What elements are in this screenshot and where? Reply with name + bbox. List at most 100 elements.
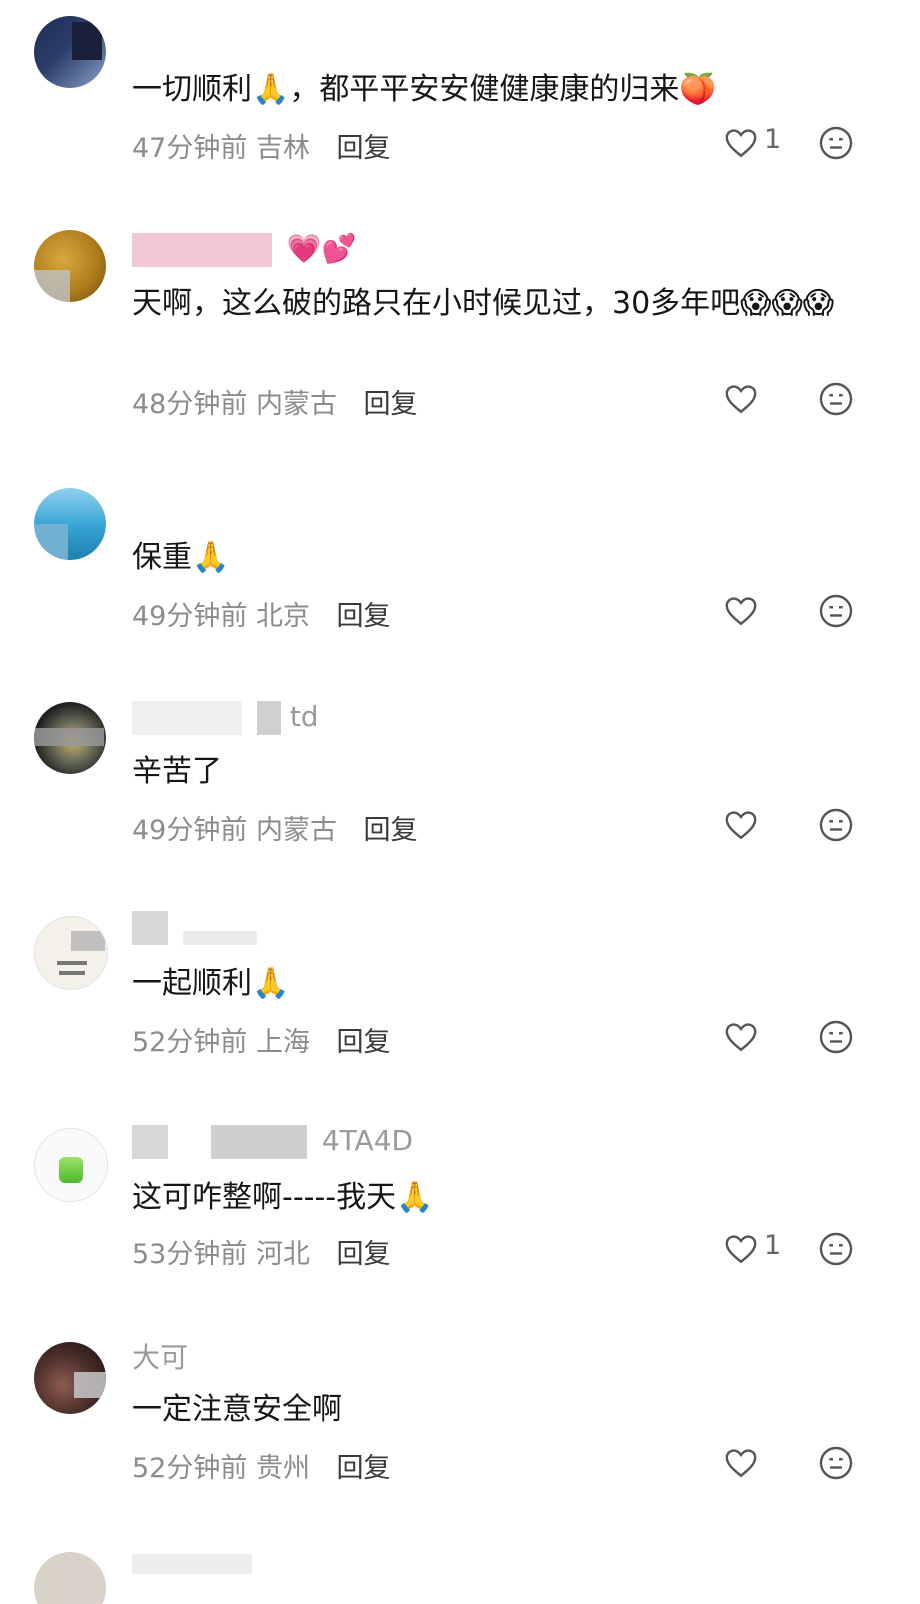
username[interactable]: td (132, 700, 319, 736)
avatar[interactable] (34, 1342, 106, 1414)
username[interactable]: 大可 (132, 1336, 188, 1374)
reply-button[interactable]: 回复 (364, 389, 418, 420)
reply-button[interactable]: 回复 (337, 1453, 391, 1484)
neutral-face-icon (819, 126, 853, 160)
like-button[interactable] (724, 592, 794, 632)
blurred-username (256, 701, 281, 735)
avatar[interactable] (34, 1128, 108, 1202)
like-button[interactable] (724, 1018, 794, 1058)
emoji-reaction-button[interactable] (818, 1231, 854, 1267)
comment-meta: 52分钟前 贵州 回复 (132, 1446, 391, 1485)
comment-time: 53分钟前 (132, 1239, 248, 1270)
emoji-reaction-button[interactable] (818, 1445, 854, 1481)
like-count: 1 (764, 124, 782, 155)
comment-item-partial (0, 1540, 920, 1604)
like-count: 1 (764, 1230, 782, 1261)
reply-button[interactable]: 回复 (337, 133, 391, 164)
blurred-username (132, 1125, 168, 1159)
comment-item: 💗💕 天啊，这么破的路只在小时候见过，30多年吧😱😱😱 48分钟前 内蒙古 回复 (0, 214, 920, 434)
neutral-face-icon (819, 382, 853, 416)
heart-outline-icon (725, 811, 757, 840)
comment-location: 内蒙古 (255, 815, 337, 846)
comment-text: 一切顺利🙏，都平平安安健健康康的归来🍑 (132, 72, 717, 107)
comment-text: 保重🙏 (132, 540, 230, 575)
reply-button[interactable]: 回复 (337, 1239, 391, 1270)
avatar-green-bottle (59, 1157, 83, 1183)
comment-location: 上海 (255, 1027, 310, 1058)
comment-item: 一起顺利🙏 52分钟前 上海 回复 (0, 900, 920, 1080)
comment-text: 辛苦了 (132, 754, 222, 789)
username-partial (132, 1554, 252, 1574)
username-text: 4TA4D (321, 1124, 414, 1157)
avatar[interactable] (34, 230, 106, 302)
reply-button[interactable]: 回复 (337, 601, 391, 632)
blurred-username (182, 931, 257, 945)
comment-location: 北京 (255, 601, 310, 632)
neutral-face-icon (819, 1020, 853, 1054)
comment-location: 内蒙古 (255, 389, 337, 420)
emoji-reaction-button[interactable] (818, 1019, 854, 1055)
like-button[interactable] (724, 380, 794, 420)
comment-location: 贵州 (255, 1453, 310, 1484)
avatar[interactable] (34, 702, 106, 774)
avatar[interactable] (34, 1552, 106, 1604)
comment-text: 一起顺利🙏 (132, 966, 290, 1001)
comment-meta: 49分钟前 北京 回复 (132, 594, 391, 633)
emoji-reaction-button[interactable] (818, 381, 854, 417)
heart-outline-icon (725, 1235, 757, 1264)
comment-item: td 辛苦了 49分钟前 内蒙古 回复 (0, 686, 920, 866)
neutral-face-icon (819, 1446, 853, 1480)
comment-item: 保重🙏 49分钟前 北京 回复 (0, 472, 920, 652)
avatar[interactable] (34, 16, 106, 88)
comment-meta: 47分钟前 吉林 回复 (132, 126, 391, 165)
avatar[interactable] (34, 916, 108, 990)
heart-outline-icon (725, 129, 757, 158)
like-button[interactable]: 1 (724, 1230, 794, 1270)
avatar-calligraphy (57, 961, 87, 965)
reply-button[interactable]: 回复 (364, 815, 418, 846)
avatar-calligraphy (59, 971, 85, 975)
comment-time: 49分钟前 (132, 815, 248, 846)
username[interactable] (132, 910, 263, 946)
comment-item: 4TA4D 这可咋整啊-----我天🙏 53分钟前 河北 回复 1 (0, 1112, 920, 1292)
comment-text: 一定注意安全啊 (132, 1392, 342, 1427)
like-button[interactable] (724, 806, 794, 846)
comment-text: 这可咋整啊-----我天🙏 (132, 1180, 434, 1215)
blurred-username (132, 233, 272, 267)
heart-outline-icon (725, 597, 757, 626)
heart-outline-icon (725, 1449, 757, 1478)
comment-time: 52分钟前 (132, 1027, 248, 1058)
username[interactable]: 4TA4D (132, 1124, 413, 1160)
username[interactable]: 💗💕 (132, 232, 357, 268)
blurred-username (210, 1125, 307, 1159)
reply-button[interactable]: 回复 (337, 1027, 391, 1058)
comment-location: 河北 (255, 1239, 310, 1270)
like-button[interactable]: 1 (724, 124, 794, 164)
comment-item: 大可 一定注意安全啊 52分钟前 贵州 回复 (0, 1326, 920, 1506)
emoji-reaction-button[interactable] (818, 125, 854, 161)
neutral-face-icon (819, 808, 853, 842)
heart-outline-icon (725, 1023, 757, 1052)
comment-location: 吉林 (255, 133, 310, 164)
avatar[interactable] (34, 488, 106, 560)
blurred-username (132, 911, 168, 945)
comment-meta: 53分钟前 河北 回复 (132, 1232, 391, 1271)
heart-outline-icon (725, 385, 757, 414)
neutral-face-icon (819, 1232, 853, 1266)
blurred-username (132, 701, 242, 735)
comment-time: 49分钟前 (132, 601, 248, 632)
comment-text: 天啊，这么破的路只在小时候见过，30多年吧😱😱😱 (132, 286, 834, 321)
comment-meta: 48分钟前 内蒙古 回复 (132, 382, 418, 421)
comment-time: 48分钟前 (132, 389, 248, 420)
comment-time: 52分钟前 (132, 1453, 248, 1484)
emoji-reaction-button[interactable] (818, 593, 854, 629)
comment-meta: 52分钟前 上海 回复 (132, 1020, 391, 1059)
like-button[interactable] (724, 1444, 794, 1484)
neutral-face-icon (819, 594, 853, 628)
comment-meta: 49分钟前 内蒙古 回复 (132, 808, 418, 847)
comment-time: 47分钟前 (132, 133, 248, 164)
username-text: td (289, 700, 319, 733)
emoji-reaction-button[interactable] (818, 807, 854, 843)
username-text: 💗💕 (286, 232, 357, 265)
comment-item: 一切顺利🙏，都平平安安健健康康的归来🍑 47分钟前 吉林 回复 1 (0, 0, 920, 200)
